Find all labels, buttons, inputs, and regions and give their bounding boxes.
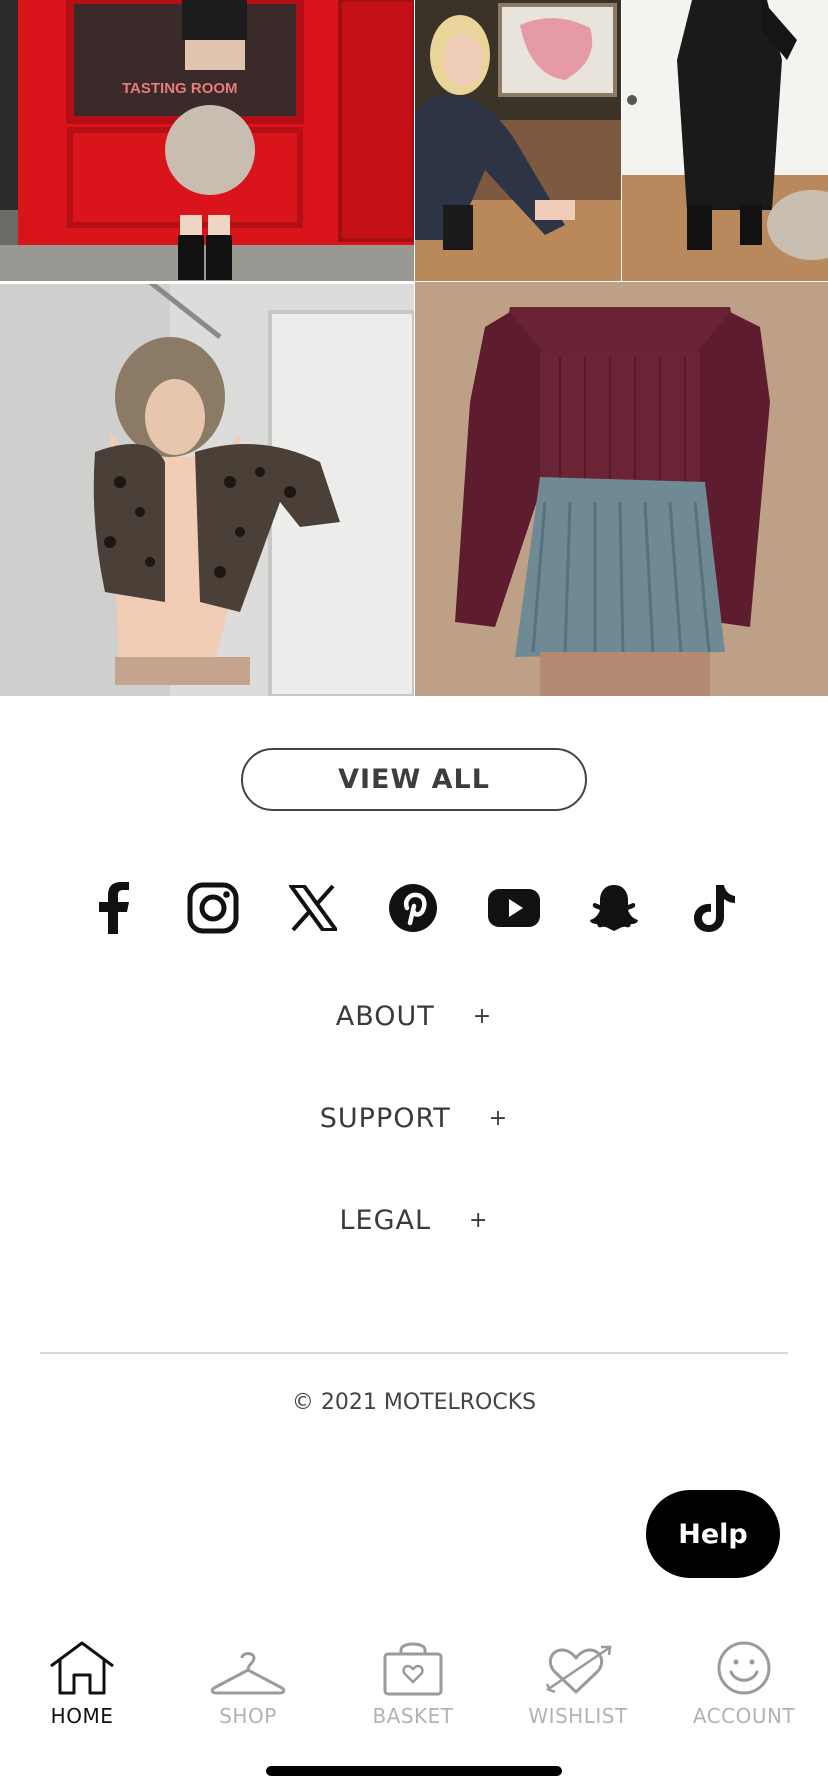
copyright-text: © 2021 MOTELROCKS (291, 1390, 537, 1415)
nav-home[interactable]: HOME (7, 1634, 157, 1734)
social-links (0, 878, 828, 938)
view-all-button[interactable]: VIEW ALL (241, 748, 587, 811)
photo-leopard-cardigan[interactable] (0, 282, 414, 696)
bag-icon (382, 1634, 444, 1696)
smiley-icon (716, 1634, 772, 1696)
photo-red-door-skirt[interactable]: TASTING ROOM (0, 0, 414, 281)
instagram-icon[interactable] (183, 878, 243, 938)
footer-section-label: SUPPORT (319, 1102, 451, 1134)
photo-lace-dress-crouching[interactable] (415, 0, 621, 281)
photo-black-maxi-dress[interactable] (622, 0, 828, 281)
footer-divider (40, 1352, 788, 1354)
nav-home-label: HOME (50, 1704, 114, 1728)
heart-arrow-icon (543, 1634, 613, 1696)
nav-basket[interactable]: BASKET (338, 1634, 488, 1734)
help-button[interactable]: Help (646, 1490, 780, 1578)
nav-shop[interactable]: SHOP (173, 1634, 323, 1734)
footer-section-legal[interactable]: LEGAL + (0, 1195, 828, 1245)
expand-plus-icon: + (488, 1105, 509, 1131)
nav-basket-label: BASKET (372, 1704, 454, 1728)
nav-wishlist-label: WISHLIST (528, 1704, 628, 1728)
facebook-icon[interactable] (83, 878, 143, 938)
expand-plus-icon: + (469, 1207, 489, 1233)
shop-sign: TASTING ROOM (122, 80, 238, 97)
expand-plus-icon: + (472, 1003, 493, 1029)
photo-burgundy-knit-pleated-skirt[interactable] (415, 282, 828, 696)
footer-section-support[interactable]: SUPPORT + (0, 1093, 828, 1143)
footer-section-label: ABOUT (335, 1000, 435, 1032)
nav-wishlist[interactable]: WISHLIST (503, 1634, 653, 1734)
hanger-icon (210, 1634, 286, 1696)
footer-section-about[interactable]: ABOUT + (0, 991, 828, 1041)
home-indicator (266, 1766, 562, 1776)
footer-section-label: LEGAL (339, 1204, 432, 1236)
pinterest-icon[interactable] (383, 878, 443, 938)
x-icon[interactable] (283, 878, 343, 938)
tiktok-icon[interactable] (684, 878, 744, 938)
nav-shop-label: SHOP (219, 1704, 277, 1728)
youtube-icon[interactable] (484, 878, 544, 938)
home-icon (47, 1634, 117, 1696)
nav-account[interactable]: ACCOUNT (669, 1634, 819, 1734)
bottom-nav: HOME SHOP BASKET WISHLIST ACCOUNT (0, 1620, 828, 1740)
nav-account-label: ACCOUNT (692, 1704, 796, 1728)
snapchat-icon[interactable] (584, 878, 644, 938)
